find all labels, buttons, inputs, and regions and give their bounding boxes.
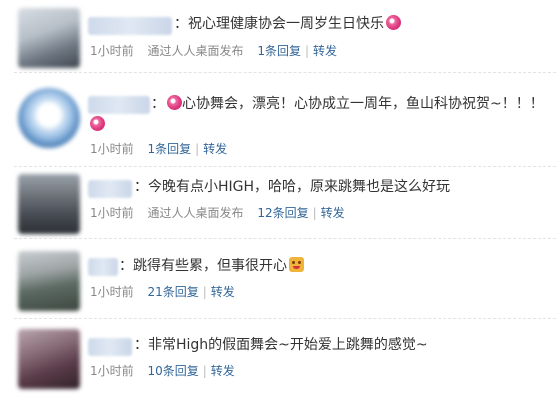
divider — [14, 166, 556, 167]
reply-link[interactable]: 12条回复 — [257, 206, 308, 220]
avatar[interactable] — [18, 174, 80, 234]
status-text: ：祝心理健康协会一周岁生日快乐 — [174, 14, 401, 34]
avatar[interactable] — [18, 329, 80, 389]
user-name-link[interactable] — [88, 180, 132, 198]
user-name-link[interactable] — [88, 96, 150, 114]
source-label: 通过人人桌面发布 — [147, 206, 244, 220]
reply-link[interactable]: 1条回复 — [257, 44, 301, 58]
status-text: ：今晚有点小HIGH，哈哈，原来跳舞也是这么好玩 — [134, 179, 451, 195]
pink-flower-icon — [90, 116, 105, 131]
status-text: ：非常High的假面舞会~开始爱上跳舞的感觉~ — [134, 337, 428, 353]
status-text: ：心协舞会，漂亮！心协成立一周年，鱼山科协祝贺~！！！ — [151, 95, 544, 112]
pink-flower-icon — [386, 15, 401, 30]
avatar[interactable] — [18, 8, 80, 68]
status-meta: 1小时前 21条回复 | 转发 — [90, 285, 235, 299]
share-link[interactable]: 转发 — [313, 44, 337, 58]
smiling-face-icon — [289, 257, 304, 272]
reply-link[interactable]: 21条回复 — [147, 285, 198, 299]
divider — [14, 72, 556, 73]
timestamp: 1小时前 — [90, 364, 134, 378]
status-meta: 1小时前 通过人人桌面发布 12条回复 | 转发 — [90, 206, 345, 220]
status-text-continued — [88, 115, 105, 135]
user-name-link[interactable] — [88, 338, 132, 356]
timestamp: 1小时前 — [90, 285, 134, 299]
source-label: 通过人人桌面发布 — [147, 44, 244, 58]
avatar[interactable] — [18, 251, 80, 311]
status-meta: 1小时前 10条回复 | 转发 — [90, 364, 235, 378]
status-text: ：跳得有些累，但事很开心 — [119, 256, 304, 276]
status-feed: ：祝心理健康协会一周岁生日快乐 1小时前 通过人人桌面发布 1条回复 | 转发 ：心… — [0, 0, 560, 400]
status-meta: 1小时前 通过人人桌面发布 1条回复 | 转发 — [90, 44, 338, 58]
share-link[interactable]: 转发 — [211, 364, 235, 378]
user-name-link[interactable] — [88, 17, 172, 35]
timestamp: 1小时前 — [90, 206, 134, 220]
timestamp: 1小时前 — [90, 142, 134, 156]
reply-link[interactable]: 1条回复 — [147, 142, 191, 156]
user-name-link[interactable] — [88, 258, 118, 276]
timestamp: 1小时前 — [90, 44, 134, 58]
share-link[interactable]: 转发 — [321, 206, 345, 220]
pink-flower-icon — [167, 95, 182, 110]
status-meta: 1小时前 1条回复 | 转发 — [90, 142, 228, 156]
divider — [14, 238, 556, 239]
reply-link[interactable]: 10条回复 — [147, 364, 198, 378]
divider — [14, 318, 556, 319]
avatar[interactable] — [18, 88, 80, 148]
share-link[interactable]: 转发 — [211, 285, 235, 299]
share-link[interactable]: 转发 — [203, 142, 227, 156]
